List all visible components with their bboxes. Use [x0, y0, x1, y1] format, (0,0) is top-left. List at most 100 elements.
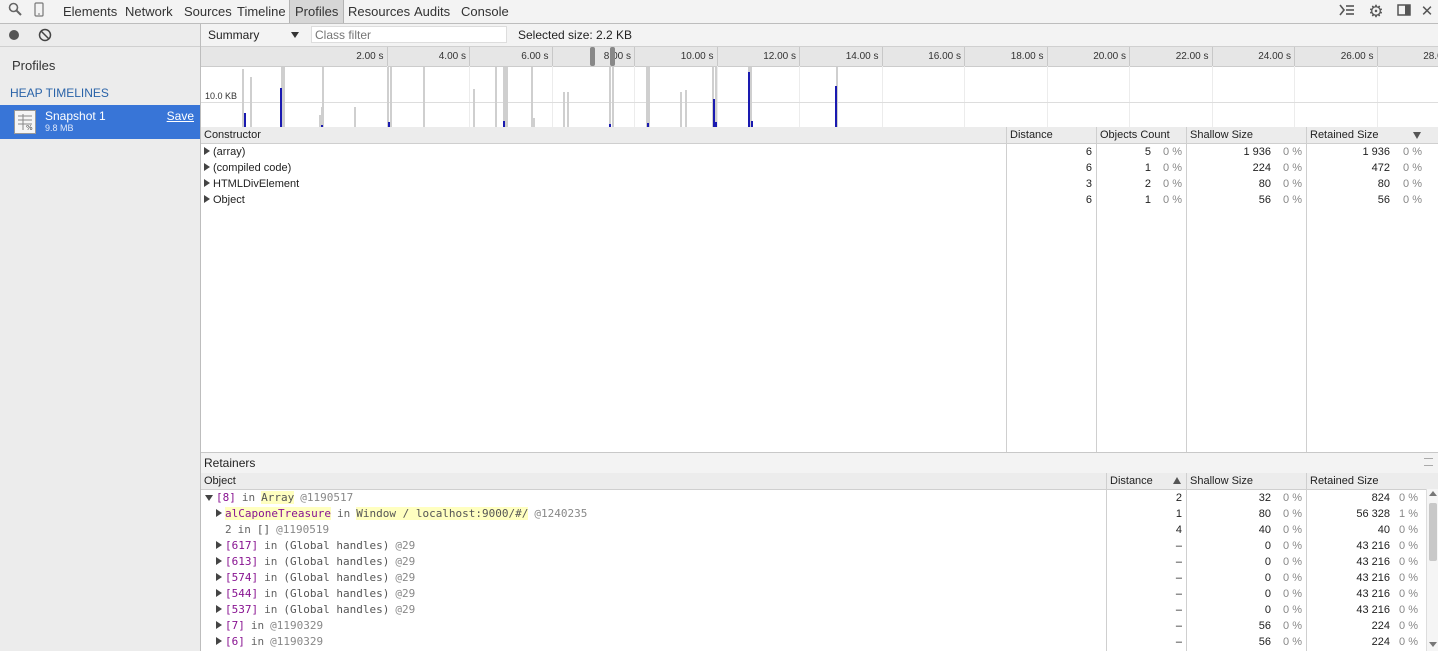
- expand-triangle-icon[interactable]: [216, 573, 222, 581]
- sidebar-item-snapshot[interactable]: % Snapshot 1 9.8 MB Save: [0, 105, 200, 139]
- scroll-down-icon[interactable]: [1429, 642, 1437, 647]
- resizer-icon[interactable]: [1424, 458, 1433, 466]
- tab-network[interactable]: Network: [125, 0, 173, 23]
- table-row[interactable]: [6] in @1190329 – 56 0 % 224 0 %: [201, 634, 1426, 650]
- allocation-bar: [390, 67, 392, 127]
- retainer-object-id: @1190519: [276, 523, 330, 536]
- retainer-shallow-value: 80: [1258, 508, 1271, 520]
- col-object[interactable]: Object: [201, 473, 1106, 489]
- col-ret-shallow[interactable]: Shallow Size: [1186, 473, 1306, 489]
- expand-triangle-icon[interactable]: [216, 637, 222, 645]
- table-row[interactable]: 2 in [] @1190519 4 40 0 % 40 0 %: [201, 522, 1426, 538]
- expand-triangle-icon[interactable]: [216, 541, 222, 549]
- table-row[interactable]: [613] in (Global handles) @29 – 0 0 % 43 216 0 %: [201, 554, 1426, 570]
- tab-audits[interactable]: Audits: [414, 0, 450, 23]
- scroll-up-icon[interactable]: [1429, 491, 1437, 496]
- tab-console[interactable]: Console: [461, 0, 509, 23]
- clear-icon[interactable]: [38, 28, 52, 45]
- col-ret-retained[interactable]: Retained Size: [1306, 473, 1438, 489]
- col-constructor[interactable]: Constructor: [201, 127, 1006, 143]
- profiles-sidebar: Profiles HEAP TIMELINES % Snapshot 1 9.8…: [0, 24, 201, 651]
- allocation-bar: [750, 67, 752, 127]
- shallow-size-percent: 0 %: [1283, 194, 1302, 206]
- tab-timeline[interactable]: Timeline: [237, 0, 286, 23]
- col-distance[interactable]: Distance: [1006, 127, 1096, 143]
- allocation-bar: [473, 89, 475, 127]
- view-select[interactable]: Summary: [208, 28, 259, 42]
- tab-profiles[interactable]: Profiles: [289, 0, 345, 23]
- distance-value: 6: [1085, 146, 1092, 158]
- retainer-retained-value: 56 328: [1356, 508, 1390, 520]
- retainer-owner: (Global handles): [283, 539, 390, 552]
- expand-triangle-icon[interactable]: [204, 163, 210, 171]
- expand-triangle-icon[interactable]: [204, 147, 210, 155]
- class-filter-input[interactable]: [311, 26, 507, 43]
- table-row[interactable]: [544] in (Global handles) @29 – 0 0 % 43 216 0 %: [201, 586, 1426, 602]
- allocation-bar: [319, 115, 321, 127]
- table-row[interactable]: [537] in (Global handles) @29 – 0 0 % 43 216 0 %: [201, 602, 1426, 618]
- retainer-shallow-value: 32: [1258, 492, 1271, 504]
- device-mode-icon[interactable]: [29, 2, 49, 21]
- tab-resources[interactable]: Resources: [348, 0, 410, 23]
- expand-triangle-icon[interactable]: [216, 589, 222, 597]
- gear-icon[interactable]: ⚙: [1366, 2, 1386, 21]
- shallow-size-percent: 0 %: [1283, 162, 1302, 174]
- search-icon[interactable]: [5, 2, 25, 21]
- table-row[interactable]: [574] in (Global handles) @29 – 0 0 % 43 216 0 %: [201, 570, 1426, 586]
- expand-triangle-icon[interactable]: [216, 605, 222, 613]
- expand-triangle-icon[interactable]: [216, 557, 222, 565]
- retainer-distance: –: [1175, 604, 1182, 616]
- expand-triangle-icon[interactable]: [204, 179, 210, 187]
- shallow-size-value: 56: [1258, 194, 1271, 206]
- table-row[interactable]: (compiled code) 6 1 0 % 224 0 % 472 0 %: [201, 160, 1426, 176]
- shallow-size-value: 224: [1252, 162, 1271, 174]
- table-row[interactable]: (array) 6 5 0 % 1 936 0 % 1 936 0 %: [201, 144, 1426, 160]
- col-objects-count[interactable]: Objects Count: [1096, 127, 1186, 143]
- selection-left-handle[interactable]: [589, 47, 595, 66]
- retained-size-percent: 0 %: [1403, 194, 1422, 206]
- retainer-owner: Window / localhost:9000/#/: [356, 507, 529, 520]
- retainers-scrollbar[interactable]: [1426, 489, 1438, 651]
- retainer-property: [617]: [225, 539, 259, 552]
- live-allocation-bar: [244, 113, 246, 127]
- collapse-triangle-icon[interactable]: [205, 495, 213, 501]
- table-row[interactable]: HTMLDivElement 3 2 0 % 80 0 % 80 0 %: [201, 176, 1426, 192]
- table-row[interactable]: alCaponeTreasure in Window / localhost:900…: [201, 506, 1426, 522]
- tab-elements[interactable]: Elements: [63, 0, 117, 23]
- close-icon[interactable]: ✕: [1417, 2, 1437, 21]
- retainer-shallow-percent: 0 %: [1283, 492, 1302, 504]
- retainer-object-cell: [8] in Array @1190517: [205, 490, 1095, 506]
- record-icon[interactable]: [9, 30, 19, 40]
- retainer-in-keyword: in: [264, 587, 278, 600]
- retainer-distance: –: [1175, 636, 1182, 648]
- save-link[interactable]: Save: [167, 109, 194, 123]
- retainer-distance: 2: [1175, 492, 1182, 504]
- retainer-shallow-percent: 0 %: [1283, 636, 1302, 648]
- scrollbar-thumb[interactable]: [1429, 503, 1437, 561]
- expand-triangle-icon[interactable]: [204, 195, 210, 203]
- console-drawer-icon[interactable]: [1337, 2, 1357, 21]
- retainer-object-cell: 2 in [] @1190519: [216, 522, 1106, 538]
- table-row[interactable]: [8] in Array @1190517 2 32 0 % 824 0 %: [201, 490, 1426, 506]
- dock-side-icon[interactable]: [1394, 2, 1414, 21]
- chevron-down-icon[interactable]: [291, 32, 299, 38]
- table-row[interactable]: Object 6 1 0 % 56 0 % 56 0 %: [201, 192, 1426, 208]
- retainer-retained-percent: 1 %: [1399, 508, 1418, 520]
- expand-triangle-icon[interactable]: [216, 509, 222, 517]
- constructor-name-cell: Object: [204, 192, 1004, 208]
- allocation-bar: [423, 67, 425, 127]
- objects-count-value: 1: [1144, 194, 1151, 206]
- tab-sources[interactable]: Sources: [184, 0, 232, 23]
- table-row[interactable]: [7] in @1190329 – 56 0 % 224 0 %: [201, 618, 1426, 634]
- constructor-name-cell: HTMLDivElement: [204, 176, 1004, 192]
- retainer-distance: 1: [1175, 508, 1182, 520]
- heap-timeline-overview[interactable]: 2.00 s 4.00 s 6.00 s 8.00 s 10.00 s 12.00 s 14…: [201, 47, 1438, 127]
- retainers-grid-header: Object Distance Shallow Size Retained Si…: [201, 473, 1438, 490]
- table-row[interactable]: [617] in (Global handles) @29 – 0 0 % 43 216 0 %: [201, 538, 1426, 554]
- selection-right-handle[interactable]: [610, 47, 616, 66]
- retainer-retained-percent: 0 %: [1399, 588, 1418, 600]
- expand-triangle-icon[interactable]: [216, 621, 222, 629]
- allocation-bar: [242, 69, 244, 127]
- col-shallow-size[interactable]: Shallow Size: [1186, 127, 1306, 143]
- retainer-object-cell: [6] in @1190329: [216, 634, 1106, 650]
